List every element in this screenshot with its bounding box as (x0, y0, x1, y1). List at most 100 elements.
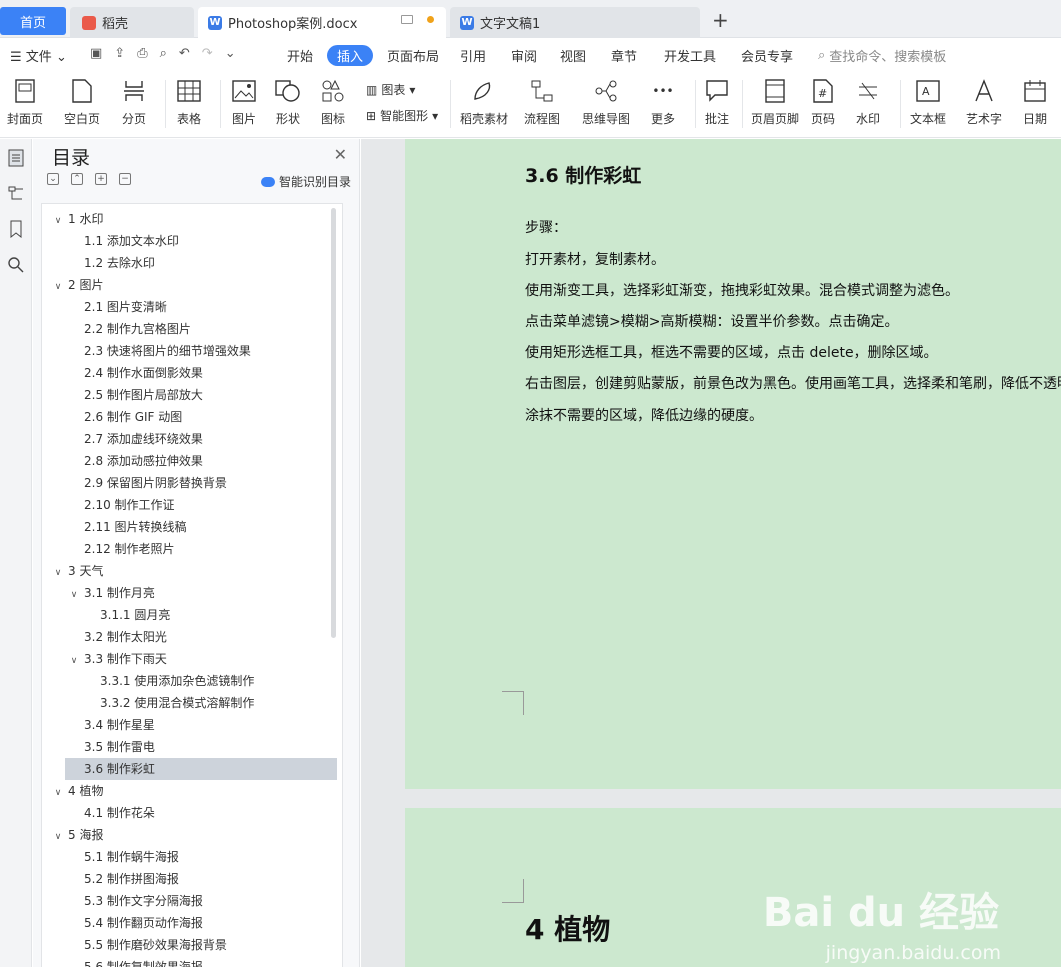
toc-item[interactable]: 2.10 制作工作证 (42, 494, 336, 516)
menu-review[interactable]: 审阅 (511, 46, 537, 65)
toc-item[interactable]: 2.1 图片变清晰 (42, 296, 336, 318)
shape-button[interactable]: 形状 (275, 78, 301, 127)
flowchart-icon (529, 78, 555, 104)
menu-start[interactable]: 开始 (287, 46, 313, 65)
flowchart-button[interactable]: 流程图 (524, 78, 560, 127)
remove-item-icon[interactable]: − (119, 173, 131, 185)
toc-item[interactable]: 2.2 制作九宫格图片 (42, 318, 336, 340)
more-button[interactable]: ••• 更多 (650, 78, 676, 127)
toc-item[interactable]: 2.5 制作图片局部放大 (42, 384, 336, 406)
file-menu[interactable]: ☰ 文件 ⌄ (10, 46, 67, 65)
toc-item[interactable]: 5.1 制作蜗牛海报 (42, 846, 336, 868)
save-icon[interactable]: ▣ (90, 46, 102, 61)
toc-item[interactable]: 5.4 制作翻页动作海报 (42, 912, 336, 934)
unsaved-dot-icon[interactable] (427, 16, 434, 23)
chevron-down-icon[interactable]: ∨ (52, 562, 64, 584)
toc-item[interactable]: ∨ 1 水印 (42, 208, 336, 230)
toc-item[interactable]: 4.1 制作花朵 (42, 802, 336, 824)
toc-item[interactable]: 3.4 制作星星 (42, 714, 336, 736)
toc-item[interactable]: ∨ 3.3 制作下雨天 (42, 648, 336, 670)
toc-item[interactable]: 1.2 去除水印 (42, 252, 336, 274)
icon-button[interactable]: 图标 (320, 78, 346, 127)
export-icon[interactable]: ⇪ (114, 46, 125, 61)
add-item-icon[interactable]: + (95, 173, 107, 185)
toc-item[interactable]: 2.11 图片转换线稿 (42, 516, 336, 538)
menu-view[interactable]: 视图 (560, 46, 586, 65)
monitor-icon[interactable] (401, 15, 413, 24)
toc-item[interactable]: 5.6 制作复制效果海报 (42, 956, 336, 967)
menu-insert[interactable]: 插入 (327, 45, 374, 66)
date-button[interactable]: 日期 (1022, 78, 1048, 127)
new-tab-button[interactable]: + (712, 9, 729, 31)
smart-toc-button[interactable]: 智能识别目录 (260, 173, 351, 190)
tab-document-2[interactable]: W 文字文稿1 (450, 7, 700, 38)
toc-item[interactable]: ∨ 5 海报 (42, 824, 336, 846)
more-quick-icon[interactable]: ⌄ (225, 46, 236, 61)
toc-item[interactable]: 3.5 制作雷电 (42, 736, 336, 758)
picture-button[interactable]: 图片 (231, 78, 257, 127)
menu-member[interactable]: 会员专享 (741, 46, 793, 65)
daoke-material-button[interactable]: 稻壳素材 (460, 78, 508, 127)
chevron-down-icon[interactable]: ∨ (52, 210, 64, 232)
toc-item[interactable]: 2.6 制作 GIF 动图 (42, 406, 336, 428)
toc-item[interactable]: 2.3 快速将图片的细节增强效果 (42, 340, 336, 362)
find-icon[interactable] (7, 256, 25, 274)
tab-home[interactable]: 首页 (0, 7, 66, 35)
chevron-down-icon[interactable]: ∨ (52, 276, 64, 298)
command-search[interactable]: ⌕ 查找命令、搜索模板 (818, 46, 946, 65)
mindmap-button[interactable]: 思维导图 (582, 78, 630, 127)
watermark-button[interactable]: 水印 (855, 78, 881, 127)
chevron-down-icon[interactable]: ∨ (52, 826, 64, 848)
blank-page-button[interactable]: 空白页 (64, 78, 100, 127)
outline-icon[interactable] (7, 149, 25, 167)
toc-item[interactable]: 5.5 制作磨砂效果海报背景 (42, 934, 336, 956)
toc-item[interactable]: 2.7 添加虚线环绕效果 (42, 428, 336, 450)
menu-page-layout[interactable]: 页面布局 (387, 46, 439, 65)
toc-item[interactable]: ∨ 3 天气 (42, 560, 336, 582)
smartart-button[interactable]: ⊞ 智能图形 ▾ (366, 107, 438, 124)
toc-item[interactable]: 5.2 制作拼图海报 (42, 868, 336, 890)
cover-page-button[interactable]: 封面页 (7, 78, 43, 127)
comment-button[interactable]: 批注 (704, 78, 730, 127)
chart-button[interactable]: ▥ 图表 ▾ (366, 81, 415, 98)
close-icon[interactable]: ✕ (334, 145, 347, 164)
toc-item[interactable]: 3.6 制作彩虹 (65, 758, 337, 780)
toc-item[interactable]: ∨ 4 植物 (42, 780, 336, 802)
document-page[interactable]: 4 植物 Bai du 经验 jingyan.baidu.com (405, 808, 1061, 967)
menu-chapter[interactable]: 章节 (611, 46, 637, 65)
menu-references[interactable]: 引用 (460, 46, 486, 65)
wordart-button[interactable]: 艺术字 (966, 78, 1002, 127)
toc-item[interactable]: 3.2 制作太阳光 (42, 626, 336, 648)
chapter-nav-icon[interactable] (7, 184, 25, 202)
toc-item[interactable]: 5.3 制作文字分隔海报 (42, 890, 336, 912)
undo-icon[interactable]: ↶ (179, 46, 190, 61)
bookmark-icon[interactable] (7, 220, 25, 238)
chevron-down-icon[interactable]: ∨ (68, 584, 80, 606)
toc-item[interactable]: 2.8 添加动感拉伸效果 (42, 450, 336, 472)
toc-item[interactable]: 3.3.1 使用添加杂色滤镜制作 (42, 670, 336, 692)
toc-item[interactable]: 2.4 制作水面倒影效果 (42, 362, 336, 384)
tab-active-document[interactable]: W Photoshop案例.docx (198, 7, 446, 38)
table-button[interactable]: 表格 (176, 78, 202, 127)
toc-item[interactable]: 3.3.2 使用混合模式溶解制作 (42, 692, 336, 714)
chevron-down-icon[interactable]: ∨ (68, 650, 80, 672)
tab-daoke[interactable]: 稻壳 (70, 7, 194, 38)
chevron-down-icon[interactable]: ∨ (52, 782, 64, 804)
document-page[interactable]: 3.6 制作彩虹 步骤： 打开素材，复制素材。 使用渐变工具，选择彩虹渐变，拖拽… (405, 139, 1061, 789)
menu-developer[interactable]: 开发工具 (664, 46, 716, 65)
print-icon[interactable]: ⎙ (137, 46, 147, 61)
page-break-button[interactable]: 分页 (121, 78, 147, 127)
collapse-all-icon[interactable]: ⌃ (71, 173, 83, 185)
toc-item[interactable]: 1.1 添加文本水印 (42, 230, 336, 252)
preview-icon[interactable]: ⌕ (160, 46, 167, 61)
toc-item[interactable]: 3.1.1 圆月亮 (42, 604, 336, 626)
toc-item[interactable]: ∨ 3.1 制作月亮 (42, 582, 336, 604)
toc-item[interactable]: 2.9 保留图片阴影替换背景 (42, 472, 336, 494)
expand-all-icon[interactable]: ⌄ (47, 173, 59, 185)
textbox-button[interactable]: A 文本框 (910, 78, 946, 127)
redo-icon[interactable]: ↷ (202, 46, 213, 61)
toc-item[interactable]: 2.12 制作老照片 (42, 538, 336, 560)
toc-item[interactable]: ∨ 2 图片 (42, 274, 336, 296)
page-number-button[interactable]: # 页码 (810, 78, 836, 127)
header-footer-button[interactable]: 页眉页脚 (751, 78, 799, 127)
